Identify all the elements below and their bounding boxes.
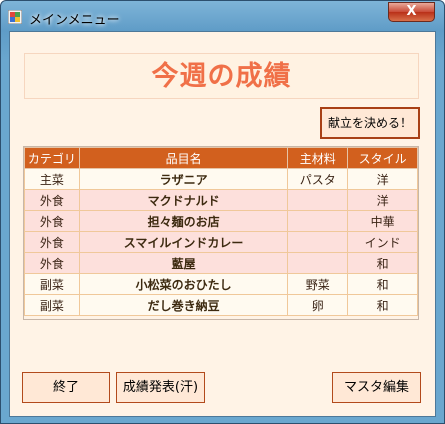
exit-button[interactable]: 終了 bbox=[22, 372, 110, 403]
table-row[interactable]: 副菜 だし巻き納豆 卵 和 bbox=[24, 294, 418, 316]
app-icon bbox=[8, 10, 22, 24]
column-header-category[interactable]: カテゴリ bbox=[24, 147, 80, 169]
cell-category[interactable]: 外食 bbox=[24, 189, 80, 211]
cell-main-ingredient[interactable] bbox=[287, 210, 349, 232]
cell-main-ingredient[interactable] bbox=[287, 252, 349, 274]
table-row[interactable]: 外食 スマイルインドカレー インド bbox=[24, 231, 418, 253]
table-row[interactable]: 主菜 ラザニア パスタ 洋 bbox=[24, 168, 418, 190]
cell-style[interactable]: 洋 bbox=[347, 189, 418, 211]
cell-main-ingredient[interactable]: パスタ bbox=[287, 168, 349, 190]
window-title: メインメニュー bbox=[29, 13, 120, 28]
cell-item-name[interactable]: だし巻き納豆 bbox=[78, 294, 289, 316]
results-announcement-button[interactable]: 成績発表(汗) bbox=[116, 372, 205, 403]
results-grid[interactable]: カテゴリ 品目名 主材料 スタイル 主菜 ラザニア パスタ 洋 外食 マクドナル… bbox=[23, 146, 419, 320]
cell-item-name[interactable]: 小松菜のおひたし bbox=[78, 273, 289, 295]
cell-main-ingredient[interactable]: 野菜 bbox=[287, 273, 349, 295]
weekly-results-banner: 今週の成績 bbox=[24, 53, 419, 99]
cell-main-ingredient[interactable]: 卵 bbox=[287, 294, 349, 316]
table-row[interactable]: 外食 担々麺のお店 中華 bbox=[24, 210, 418, 232]
master-edit-button[interactable]: マスタ編集 bbox=[332, 372, 421, 403]
cell-style[interactable]: インド bbox=[347, 231, 418, 253]
cell-category[interactable]: 外食 bbox=[24, 210, 80, 232]
cell-category[interactable]: 主菜 bbox=[24, 168, 80, 190]
results-table: カテゴリ 品目名 主材料 スタイル 主菜 ラザニア パスタ 洋 外食 マクドナル… bbox=[24, 147, 418, 316]
cell-style[interactable]: 中華 bbox=[347, 210, 418, 232]
cell-main-ingredient[interactable] bbox=[287, 189, 349, 211]
main-window: メインメニュー X 今週の成績 献立を決める！ カテゴリ 品目名 主材料 スタイ… bbox=[0, 0, 445, 424]
cell-category[interactable]: 副菜 bbox=[24, 294, 80, 316]
cell-category[interactable]: 外食 bbox=[24, 252, 80, 274]
cell-item-name[interactable]: 担々麺のお店 bbox=[78, 210, 289, 232]
cell-category[interactable]: 副菜 bbox=[24, 273, 80, 295]
cell-style[interactable]: 和 bbox=[347, 252, 418, 274]
cell-item-name[interactable]: マクドナルド bbox=[78, 189, 289, 211]
cell-style[interactable]: 和 bbox=[347, 273, 418, 295]
column-header-main-ingredient[interactable]: 主材料 bbox=[287, 147, 349, 169]
table-header-row: カテゴリ 品目名 主材料 スタイル bbox=[24, 147, 418, 169]
table-row[interactable]: 外食 藍屋 和 bbox=[24, 252, 418, 274]
client-area: 今週の成績 献立を決める！ カテゴリ 品目名 主材料 スタイル 主菜 ラザニア … bbox=[9, 31, 436, 417]
cell-style[interactable]: 和 bbox=[347, 294, 418, 316]
decide-menu-button[interactable]: 献立を決める！ bbox=[320, 107, 420, 139]
table-row[interactable]: 外食 マクドナルド 洋 bbox=[24, 189, 418, 211]
cell-item-name[interactable]: スマイルインドカレー bbox=[78, 231, 289, 253]
title-bar[interactable]: メインメニュー X bbox=[1, 1, 444, 31]
table-row[interactable]: 副菜 小松菜のおひたし 野菜 和 bbox=[24, 273, 418, 295]
close-button[interactable]: X bbox=[388, 2, 435, 22]
cell-category[interactable]: 外食 bbox=[24, 231, 80, 253]
cell-main-ingredient[interactable] bbox=[287, 231, 349, 253]
cell-style[interactable]: 洋 bbox=[347, 168, 418, 190]
column-header-style[interactable]: スタイル bbox=[347, 147, 418, 169]
close-icon: X bbox=[406, 4, 417, 19]
cell-item-name[interactable]: 藍屋 bbox=[78, 252, 289, 274]
column-header-item-name[interactable]: 品目名 bbox=[78, 147, 289, 169]
page-title: 今週の成績 bbox=[151, 61, 292, 92]
cell-item-name[interactable]: ラザニア bbox=[78, 168, 289, 190]
